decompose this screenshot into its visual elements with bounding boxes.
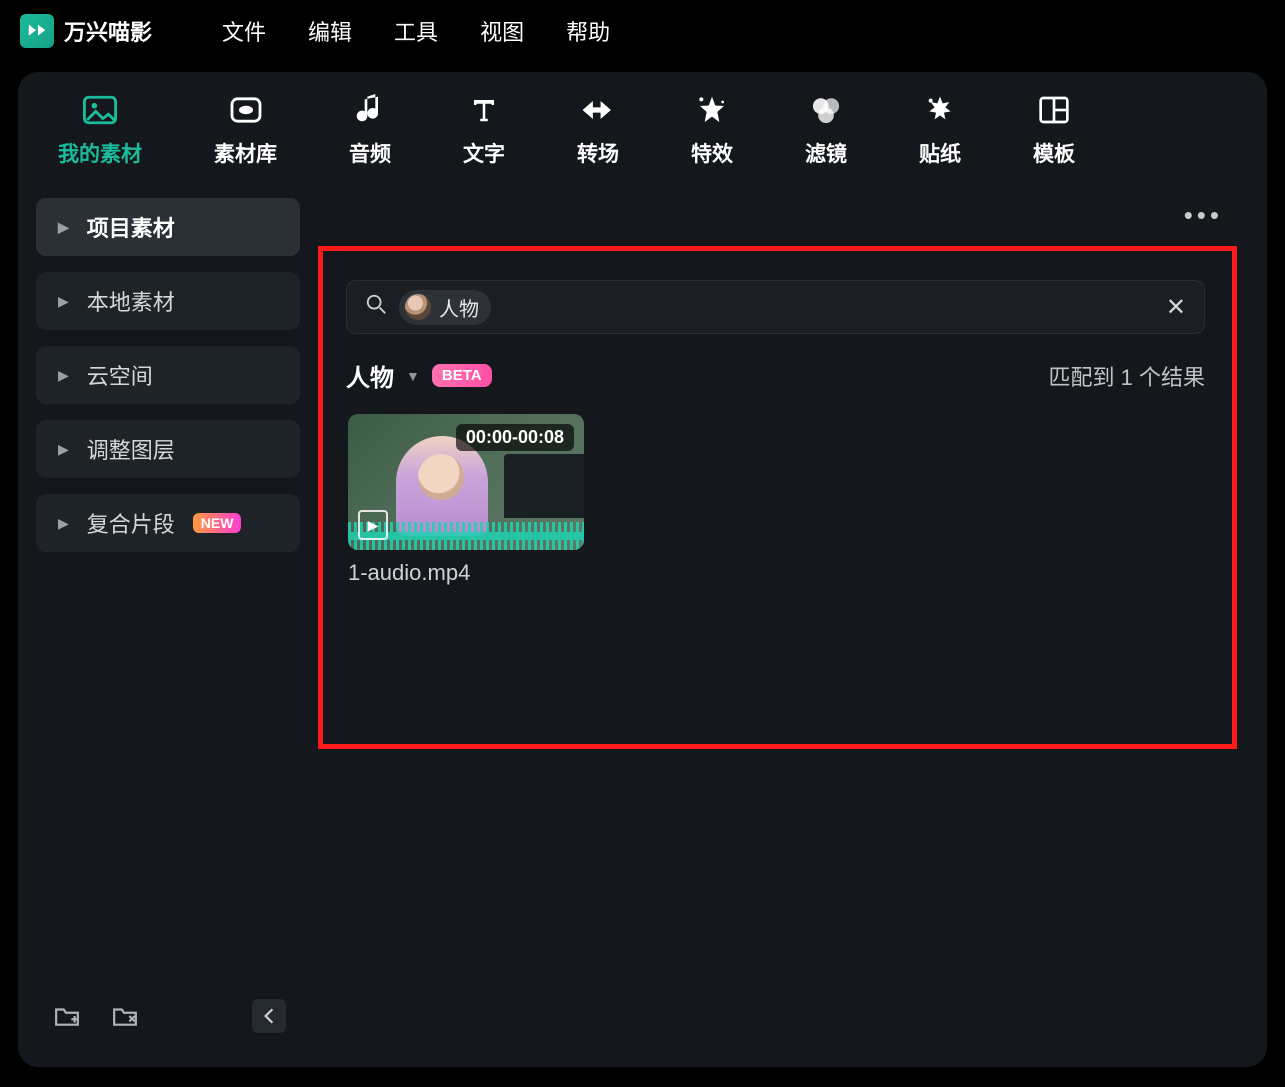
tab-text-label: 文字	[463, 138, 505, 168]
titlebar: 万兴喵影 文件 编辑 工具 视图 帮助	[0, 0, 1285, 62]
media-type-icon: ▶	[358, 510, 388, 540]
menubar: 文件 编辑 工具 视图 帮助	[222, 15, 610, 47]
template-icon	[1034, 90, 1074, 130]
sidebar-item-label: 本地素材	[87, 285, 175, 317]
menu-tools[interactable]: 工具	[394, 15, 438, 47]
tab-audio-label: 音频	[349, 138, 391, 168]
search-bar[interactable]: 人物 ✕	[346, 280, 1205, 334]
filter-row: 人物 ▼ BETA 匹配到 1 个结果	[346, 358, 1205, 393]
new-folder-button[interactable]	[50, 999, 84, 1033]
sidebar-item-cloud[interactable]: ▶ 云空间	[36, 346, 300, 404]
caret-right-icon: ▶	[58, 515, 69, 532]
clip-filename: 1-audio.mp4	[348, 560, 584, 586]
tab-stock[interactable]: 素材库	[214, 90, 277, 168]
app-logo-icon	[20, 14, 54, 48]
tab-filters-label: 滤镜	[805, 138, 847, 168]
tab-my-media[interactable]: 我的素材	[58, 90, 142, 168]
tab-templates[interactable]: 模板	[1033, 90, 1075, 168]
tab-effects-label: 特效	[691, 138, 733, 168]
app-name: 万兴喵影	[64, 15, 152, 47]
sidebar-item-adjustment-layer[interactable]: ▶ 调整图层	[36, 420, 300, 478]
collapse-sidebar-button[interactable]	[252, 999, 286, 1033]
menu-view[interactable]: 视图	[480, 15, 524, 47]
more-menu-button[interactable]: •••	[1184, 200, 1223, 231]
caret-right-icon: ▶	[58, 441, 69, 458]
caret-right-icon: ▶	[58, 293, 69, 310]
tab-stickers[interactable]: 贴纸	[919, 90, 961, 168]
sidebar-item-local-media[interactable]: ▶ 本地素材	[36, 272, 300, 330]
sidebar-item-label: 复合片段	[87, 507, 175, 539]
sidebar-item-label: 调整图层	[87, 433, 175, 465]
tab-my-media-label: 我的素材	[58, 138, 142, 168]
tab-stickers-label: 贴纸	[919, 138, 961, 168]
sidebar-item-compound-clip[interactable]: ▶ 复合片段 NEW	[36, 494, 300, 552]
caret-right-icon: ▶	[58, 367, 69, 384]
music-note-icon	[350, 90, 390, 130]
search-chip-person[interactable]: 人物	[399, 290, 491, 325]
filters-icon	[806, 90, 846, 130]
thumb-panel	[504, 454, 584, 518]
menu-edit[interactable]: 编辑	[308, 15, 352, 47]
beta-badge: BETA	[432, 364, 492, 387]
menu-help[interactable]: 帮助	[566, 15, 610, 47]
person-avatar-icon	[405, 294, 431, 320]
filter-label: 人物	[346, 358, 394, 393]
sticker-icon	[920, 90, 960, 130]
tab-audio[interactable]: 音频	[349, 90, 391, 168]
new-badge: NEW	[193, 513, 242, 533]
app-logo: 万兴喵影	[20, 14, 152, 48]
delete-folder-button[interactable]	[108, 999, 142, 1033]
tab-transition-label: 转场	[577, 138, 619, 168]
tab-transition[interactable]: 转场	[577, 90, 619, 168]
top-toolbar: 我的素材 素材库 音频 文字 转场	[18, 72, 1267, 178]
tab-text[interactable]: 文字	[463, 90, 505, 168]
thumb-face	[418, 454, 464, 500]
search-icon	[365, 293, 387, 321]
text-icon	[464, 90, 504, 130]
media-clip[interactable]: 00:00-00:08 ▶ 1-audio.mp4	[348, 414, 584, 586]
menu-file[interactable]: 文件	[222, 15, 266, 47]
transition-icon	[578, 90, 618, 130]
star-icon	[692, 90, 732, 130]
cloud-icon	[226, 90, 266, 130]
sidebar-item-project-media[interactable]: ▶ 项目素材	[36, 198, 300, 256]
sidebar: ▶ 项目素材 ▶ 本地素材 ▶ 云空间 ▶ 调整图层 ▶ 复合片段 NEW	[18, 190, 318, 1049]
sidebar-footer	[36, 999, 300, 1041]
tab-effects[interactable]: 特效	[691, 90, 733, 168]
caret-right-icon: ▶	[58, 219, 69, 236]
sidebar-item-label: 项目素材	[87, 211, 175, 243]
search-chip-label: 人物	[439, 293, 479, 322]
tab-stock-label: 素材库	[214, 138, 277, 168]
tab-filters[interactable]: 滤镜	[805, 90, 847, 168]
clip-time-badge: 00:00-00:08	[456, 424, 574, 451]
clip-thumbnail: 00:00-00:08 ▶	[348, 414, 584, 550]
body: ▶ 项目素材 ▶ 本地素材 ▶ 云空间 ▶ 调整图层 ▶ 复合片段 NEW	[18, 178, 1267, 1067]
result-count: 匹配到 1 个结果	[1049, 360, 1205, 392]
main-panel: ••• 人物 ✕ 人物 ▼ BETA 匹配到 1 个结果	[318, 190, 1267, 1049]
tab-templates-label: 模板	[1033, 138, 1075, 168]
clear-search-button[interactable]: ✕	[1166, 293, 1186, 322]
image-icon	[80, 90, 120, 130]
workspace: 我的素材 素材库 音频 文字 转场	[18, 72, 1267, 1067]
chevron-down-icon[interactable]: ▼	[406, 368, 420, 384]
sidebar-item-label: 云空间	[87, 359, 153, 391]
